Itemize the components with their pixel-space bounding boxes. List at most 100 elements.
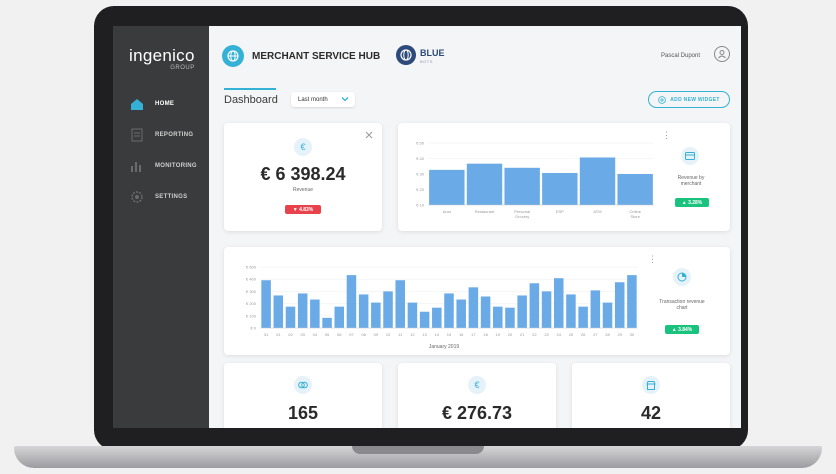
pie-icon [673,268,691,286]
partner-logo [396,45,416,65]
chart-bar [407,302,418,328]
x-tick-label: 16 [459,332,464,337]
home-icon [129,96,145,112]
chart-bar [383,291,393,328]
tab-dashboard[interactable]: Dashboard [224,94,278,106]
chart-bar [590,290,601,328]
x-tick-label: ESP [556,209,564,214]
transaction-chart-card: € 0 € 100 € 200 € 300 € 400 € 500 31 01 02 03 04 05… [224,247,730,355]
sidebar-item-settings[interactable]: SETTINGS [129,189,187,205]
user-icon [718,50,726,59]
x-tick-label: 08 [361,332,366,337]
x-tick-label: 04 [313,332,318,337]
chart-bar [456,299,466,328]
chart-bar [614,282,625,328]
chart-bar [493,306,503,328]
chart-bar [429,169,465,205]
merchant-chart-card: € 10 € 20 € 30 € 40 € 50 Auto Restaurant Person… [398,123,730,231]
chart-bar [419,311,430,328]
period-value: Last month [298,96,328,103]
x-tick-label: 18 [483,332,488,337]
chart-bar [297,293,308,328]
sidebar: ingenico GROUP HOME REPORTING MONITORING [113,26,209,428]
sidebar-item-label: MONITORING [155,163,197,169]
add-widget-button[interactable]: ADD NEW WIDGET [648,91,730,108]
sidebar-item-label: HOME [155,101,175,107]
x-tick-label: 14 [435,332,440,337]
chart-bar [627,275,637,328]
x-tick-label: Store [630,214,640,219]
card-icon [681,147,699,165]
transaction-bar-chart: € 0 € 100 € 200 € 300 € 400 € 500 31 01 02 03 04 05… [246,265,638,337]
x-tick-label: 06 [337,332,342,337]
merchant-change-badge: ▲ 3.28% [675,198,709,207]
x-tick-label: 28 [605,332,610,337]
y-tick-label: € 30 [416,172,425,177]
chart-bar [504,167,540,205]
add-widget-label: ADD NEW WIDGET [670,96,720,103]
x-tick-label: 12 [410,332,415,337]
chart-bar [517,295,527,328]
chart-bar [480,296,491,328]
chart-bar [358,294,369,328]
chart-bar [432,307,442,328]
chart-bar [617,174,653,205]
sidebar-item-reporting[interactable]: REPORTING [129,127,193,143]
sidebar-item-monitoring[interactable]: MONITORING [129,158,197,174]
chart-bar [541,291,552,328]
chart-bar [566,294,576,328]
close-icon[interactable] [365,131,373,139]
x-tick-label: 22 [532,332,537,337]
brand-logo[interactable]: ingenico GROUP [129,46,195,71]
x-tick-label: 27 [593,332,598,337]
x-tick-label: 23 [544,332,549,337]
document-icon [129,127,145,143]
euro-icon: € [468,376,486,394]
x-tick-label: 13 [422,332,427,337]
y-tick-label: € 400 [246,277,257,282]
store-icon [642,376,660,394]
x-tick-label: 10 [386,332,391,337]
more-icon[interactable]: ⋮ [662,131,671,140]
chart-bar [371,302,381,328]
revenue-change-badge: ▼ 4.83% [285,205,321,214]
chart-bar [334,306,345,328]
chart-bar [468,287,479,328]
revenue-label: Revenue [292,187,313,193]
x-tick-label: 21 [520,332,525,337]
chart-bar [542,172,578,205]
more-icon[interactable]: ⋮ [648,255,657,264]
chart-bar [285,306,296,328]
x-tick-label: 11 [398,332,403,337]
x-tick-label: 17 [471,332,476,337]
avatar[interactable] [714,46,730,62]
sidebar-item-home[interactable]: HOME [129,96,174,112]
x-tick-label: Auto [443,209,452,214]
chart-bar [553,278,564,328]
chart-bar [444,293,454,328]
x-tick-label: Restaurant [475,209,495,214]
chart-bar [578,306,588,328]
chevron-down-icon [341,97,349,102]
merchant-bar-chart: € 10€ 20€ 30€ 40€ 50Auto Restaurant Person… [416,141,654,219]
revenue-value: € 6 398.24 [260,164,346,184]
tab-active-indicator [224,88,276,90]
brand-name: ingenico [129,46,195,65]
y-tick-label: € 500 [246,265,257,270]
x-tick-label: ATM [593,209,601,214]
chart-caption: January 2019 [428,344,460,350]
partner-sub: BOTS [420,59,433,64]
y-tick-label: € 100 [246,313,257,318]
chart-bar [466,163,503,205]
transaction-chart-label: Transaction revenue chart [659,299,705,311]
period-select[interactable]: Last month [291,92,355,107]
user-name[interactable]: Pascal Dupont [661,53,700,59]
stat-value: € 276.73 [441,403,513,423]
partner-name: BLUE [420,48,445,58]
stat-card: 42 [572,363,730,428]
brand-sub: GROUP [170,65,195,71]
chart-bar [346,275,357,328]
x-tick-label: 20 [508,332,513,337]
merchant-chart-label: Revenue by merchant [677,175,705,187]
chart-bar [395,280,405,328]
